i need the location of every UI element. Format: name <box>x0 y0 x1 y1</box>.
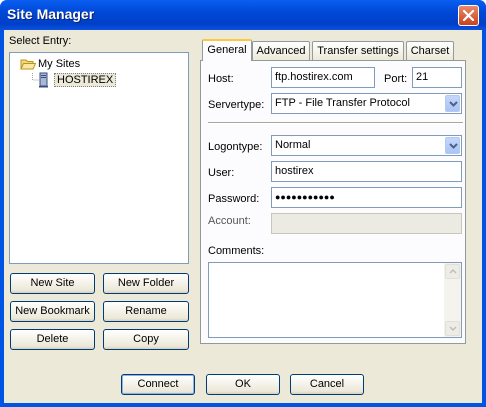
select-entry-label: Select Entry: <box>9 35 72 47</box>
separator <box>208 122 463 124</box>
account-label: Account: <box>208 215 251 227</box>
servertype-select[interactable]: FTP - File Transfer Protocol <box>271 93 462 114</box>
tree-item-label: HOSTIREX <box>54 73 117 87</box>
port-label: Port: <box>384 73 408 85</box>
user-input[interactable]: hostirex <box>271 161 462 182</box>
chevron-down-icon <box>449 101 458 107</box>
ok-button[interactable]: OK <box>206 374 280 395</box>
password-label: Password: <box>208 193 260 205</box>
title-bar[interactable]: Site Manager <box>0 0 486 30</box>
logontype-select[interactable]: Normal <box>271 135 462 156</box>
tab-general[interactable]: General <box>202 39 252 61</box>
window-title: Site Manager <box>7 6 95 22</box>
rename-button[interactable]: Rename <box>103 301 189 322</box>
site-tree[interactable]: My Sites HOSTIREX <box>9 52 189 264</box>
delete-button[interactable]: Delete <box>10 329 95 350</box>
close-icon <box>462 9 475 22</box>
tree-item-my-sites[interactable]: My Sites <box>20 56 80 72</box>
tree-item-label: My Sites <box>38 58 81 70</box>
new-folder-button[interactable]: New Folder <box>103 273 189 294</box>
tab-charset[interactable]: Charset <box>406 41 454 60</box>
new-bookmark-button[interactable]: New Bookmark <box>10 301 95 322</box>
comments-textarea[interactable] <box>208 262 462 338</box>
logontype-label: Logontype: <box>208 141 263 153</box>
servertype-dropdown-button[interactable] <box>445 95 460 112</box>
tab-advanced[interactable]: Advanced <box>252 41 310 60</box>
chevron-down-icon <box>449 143 458 149</box>
general-panel: Host: ftp.hostirex.com Port: 21 Serverty… <box>200 60 466 344</box>
server-icon <box>39 72 48 88</box>
servertype-label: Servertype: <box>208 99 265 111</box>
site-manager-window: Site Manager Select Entry: My Sites HOST… <box>0 0 486 407</box>
connect-button[interactable]: Connect <box>121 374 195 395</box>
cancel-button[interactable]: Cancel <box>290 374 364 395</box>
copy-button[interactable]: Copy <box>103 329 189 350</box>
tab-transfer-settings[interactable]: Transfer settings <box>312 41 404 60</box>
new-site-button[interactable]: New Site <box>10 273 95 294</box>
comments-scrollbar[interactable] <box>444 263 461 337</box>
dialog-body: Select Entry: My Sites HOSTIREX New Site… <box>4 30 482 403</box>
logontype-dropdown-button[interactable] <box>445 137 460 154</box>
scroll-down-button[interactable] <box>445 321 460 336</box>
password-input[interactable]: ●●●●●●●●●●● <box>271 187 462 208</box>
logontype-value: Normal <box>275 139 311 151</box>
chevron-up-icon <box>449 269 457 274</box>
account-input <box>271 213 462 234</box>
tree-item-hostirex[interactable]: HOSTIREX <box>37 72 117 88</box>
port-input[interactable]: 21 <box>412 67 462 88</box>
chevron-down-icon <box>449 326 457 331</box>
scroll-up-button[interactable] <box>445 264 460 279</box>
host-label: Host: <box>208 73 234 85</box>
host-input[interactable]: ftp.hostirex.com <box>271 67 375 88</box>
comments-label: Comments: <box>208 245 265 257</box>
user-label: User: <box>208 167 235 179</box>
close-button[interactable] <box>458 5 479 26</box>
servertype-value: FTP - File Transfer Protocol <box>275 97 410 109</box>
folder-open-icon <box>20 59 36 70</box>
